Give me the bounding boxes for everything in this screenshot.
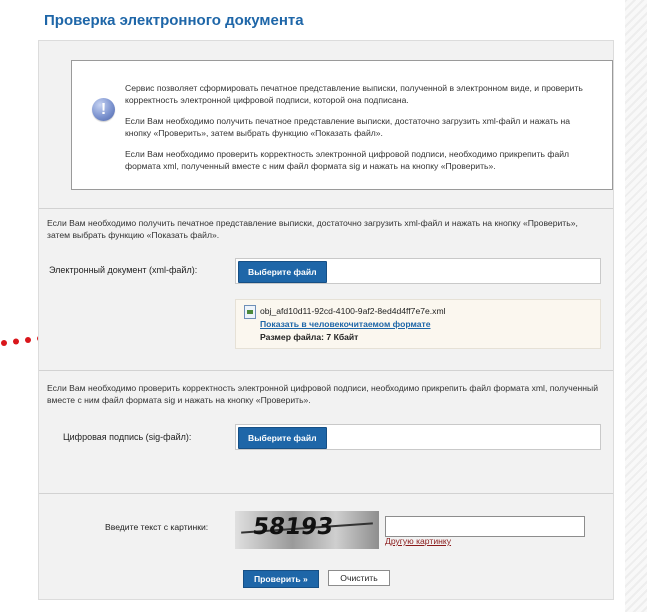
xml-field-label: Электронный документ (xml-файл): <box>49 265 198 275</box>
uploaded-file-name: obj_afd10d11-92cd-4100-9af2-8ed4d4ff7e7e… <box>260 306 446 316</box>
refresh-captcha-link[interactable]: Другую картинку <box>385 536 451 546</box>
divider <box>39 493 613 494</box>
submit-button[interactable]: Проверить » <box>243 570 319 588</box>
captcha-text: 58193 <box>251 514 335 540</box>
verification-form: ! Сервис позволяет сформировать печатное… <box>38 40 614 600</box>
captcha-image: 58193 <box>235 511 379 549</box>
info-icon: ! <box>92 98 115 121</box>
info-paragraph: Если Вам необходимо получить печатное пр… <box>125 116 571 138</box>
uploaded-file-size: Размер файла: 7 Кбайт <box>260 332 359 342</box>
divider <box>39 208 613 209</box>
page-title: Проверка электронного документа <box>44 12 304 29</box>
info-box: ! Сервис позволяет сформировать печатное… <box>71 60 613 190</box>
xml-file-input[interactable]: Выберите файл <box>235 258 601 284</box>
info-paragraph: Сервис позволяет сформировать печатное п… <box>125 83 583 105</box>
xml-choose-file-button[interactable]: Выберите файл <box>238 261 327 283</box>
show-readable-format-link[interactable]: Показать в человекочитаемом формате <box>260 319 431 329</box>
sig-file-input[interactable]: Выберите файл <box>235 424 601 450</box>
sig-field-label: Цифровая подпись (sig-файл): <box>63 432 192 442</box>
divider <box>39 370 613 371</box>
clear-button[interactable]: Очистить <box>328 570 390 586</box>
info-paragraph: Если Вам необходимо проверить корректнос… <box>125 149 570 171</box>
xml-section-description: Если Вам необходимо получить печатное пр… <box>47 218 578 240</box>
xml-file-icon <box>244 305 256 319</box>
sig-choose-file-button[interactable]: Выберите файл <box>238 427 327 449</box>
captcha-input[interactable] <box>385 516 585 537</box>
captcha-label: Введите текст с картинки: <box>105 522 209 532</box>
info-text: Сервис позволяет сформировать печатное п… <box>125 83 595 182</box>
uploaded-file-info: obj_afd10d11-92cd-4100-9af2-8ed4d4ff7e7e… <box>235 299 601 349</box>
decorative-side-pattern <box>625 0 647 612</box>
sig-section-description: Если Вам необходимо проверить корректнос… <box>47 383 599 405</box>
